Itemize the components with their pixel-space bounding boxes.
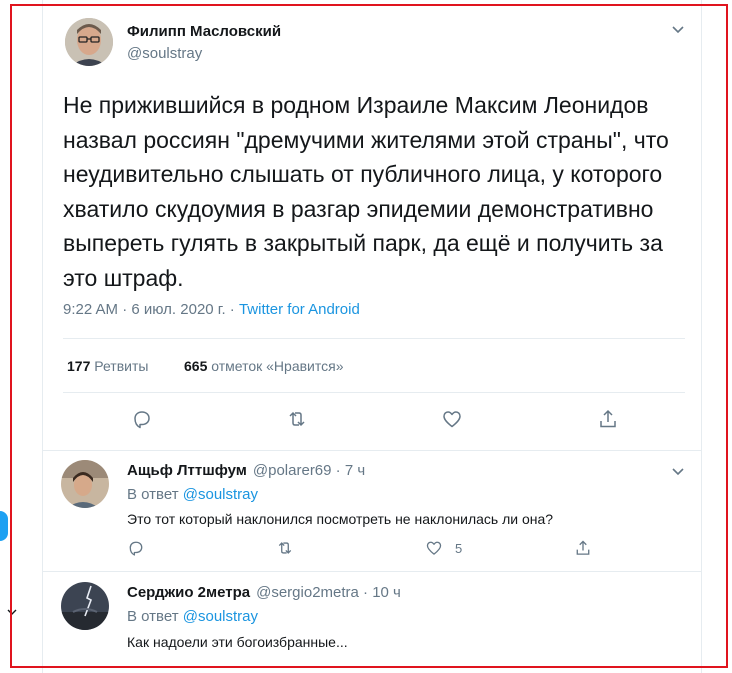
- highlight-frame: [10, 4, 728, 668]
- side-scroll-indicator[interactable]: [0, 511, 8, 541]
